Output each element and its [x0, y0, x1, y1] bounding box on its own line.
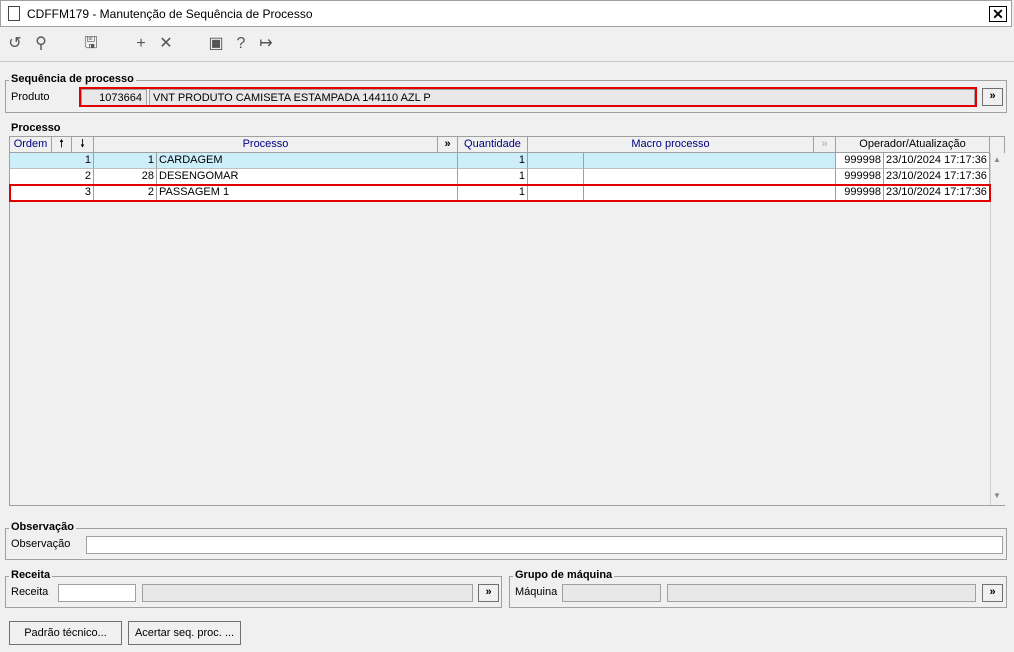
- maquina-code-field[interactable]: [562, 584, 661, 602]
- grupo-legend: Grupo de máquina: [513, 569, 615, 581]
- cell-quantidade[interactable]: 1: [458, 169, 528, 185]
- help-icon[interactable]: ?: [231, 34, 251, 54]
- search-icon[interactable]: ⚲: [31, 34, 51, 54]
- document-icon: [8, 6, 20, 21]
- produto-lookup-button[interactable]: »: [982, 88, 1003, 106]
- receita-code-input[interactable]: [58, 584, 136, 602]
- header-ordem[interactable]: Ordem: [10, 137, 52, 153]
- cell-operador[interactable]: 999998: [836, 153, 884, 169]
- cell-macro-code[interactable]: [528, 169, 584, 185]
- observacao-label: Observação: [11, 538, 71, 550]
- cell-atualizacao[interactable]: 23/10/2024 17:17:36: [884, 169, 990, 185]
- scroll-down-icon[interactable]: ▼: [993, 491, 1001, 500]
- cell-macro-code[interactable]: [528, 153, 584, 169]
- add-icon[interactable]: +: [131, 34, 151, 54]
- toolbar-divider: [0, 61, 1014, 62]
- move-down-icon[interactable]: 🠗: [72, 137, 94, 153]
- cell-quantidade[interactable]: 1: [458, 153, 528, 169]
- maquina-lookup-button[interactable]: »: [982, 584, 1003, 602]
- receita-label: Receita: [11, 586, 49, 598]
- row-highlight: [9, 184, 991, 202]
- processo-legend: Processo: [9, 122, 63, 134]
- macro-lookup-icon[interactable]: »: [814, 137, 836, 153]
- observacao-input[interactable]: [86, 536, 1003, 554]
- cell-atualizacao[interactable]: 23/10/2024 17:17:36: [884, 153, 990, 169]
- maquina-label: Máquina: [515, 586, 558, 598]
- cell-processo-code[interactable]: 1: [94, 153, 157, 169]
- padrao-tecnico-button[interactable]: Padrão técnico...: [9, 621, 122, 645]
- cell-processo-name[interactable]: DESENGOMAR: [157, 169, 458, 185]
- cell-operador[interactable]: 999998: [836, 169, 884, 185]
- move-up-icon[interactable]: 🠕: [52, 137, 72, 153]
- header-quantidade[interactable]: Quantidade: [458, 137, 528, 153]
- sequencia-legend: Sequência de processo: [9, 73, 136, 85]
- save-icon[interactable]: 🖫: [81, 34, 101, 54]
- maquina-desc-field: [667, 584, 976, 602]
- header-operador[interactable]: Operador/Atualização: [836, 137, 990, 153]
- receita-desc-field: [142, 584, 473, 602]
- close-button[interactable]: ✕: [989, 6, 1007, 22]
- undo-icon[interactable]: ↺: [5, 34, 25, 54]
- cell-macro-name[interactable]: [584, 153, 836, 169]
- scroll-up-icon[interactable]: ▲: [993, 155, 1001, 164]
- header-processo[interactable]: Processo: [94, 137, 438, 153]
- cell-processo-name[interactable]: CARDAGEM: [157, 153, 458, 169]
- exit-icon[interactable]: ↦: [256, 34, 276, 54]
- delete-icon[interactable]: ✕: [156, 34, 176, 54]
- header-macro-processo[interactable]: Macro processo: [528, 137, 814, 153]
- observacao-legend: Observação: [9, 521, 76, 533]
- calendar-icon[interactable]: ▣: [206, 34, 226, 54]
- produto-label: Produto: [11, 91, 50, 103]
- title-bar: CDFFM179 - Manutenção de Sequência de Pr…: [0, 0, 1012, 27]
- cell-processo-code[interactable]: 28: [94, 169, 157, 185]
- acertar-seq-button[interactable]: Acertar seq. proc. ...: [128, 621, 241, 645]
- produto-highlight: [79, 87, 977, 107]
- receita-legend: Receita: [9, 569, 53, 581]
- cell-ordem[interactable]: 1: [10, 153, 94, 169]
- window-title: CDFFM179 - Manutenção de Sequência de Pr…: [27, 7, 313, 21]
- processo-lookup-button[interactable]: »: [438, 137, 458, 153]
- grid-scrollbar[interactable]: ▲ ▼: [990, 153, 1005, 505]
- cell-macro-name[interactable]: [584, 169, 836, 185]
- receita-lookup-button[interactable]: »: [478, 584, 499, 602]
- cell-ordem[interactable]: 2: [10, 169, 94, 185]
